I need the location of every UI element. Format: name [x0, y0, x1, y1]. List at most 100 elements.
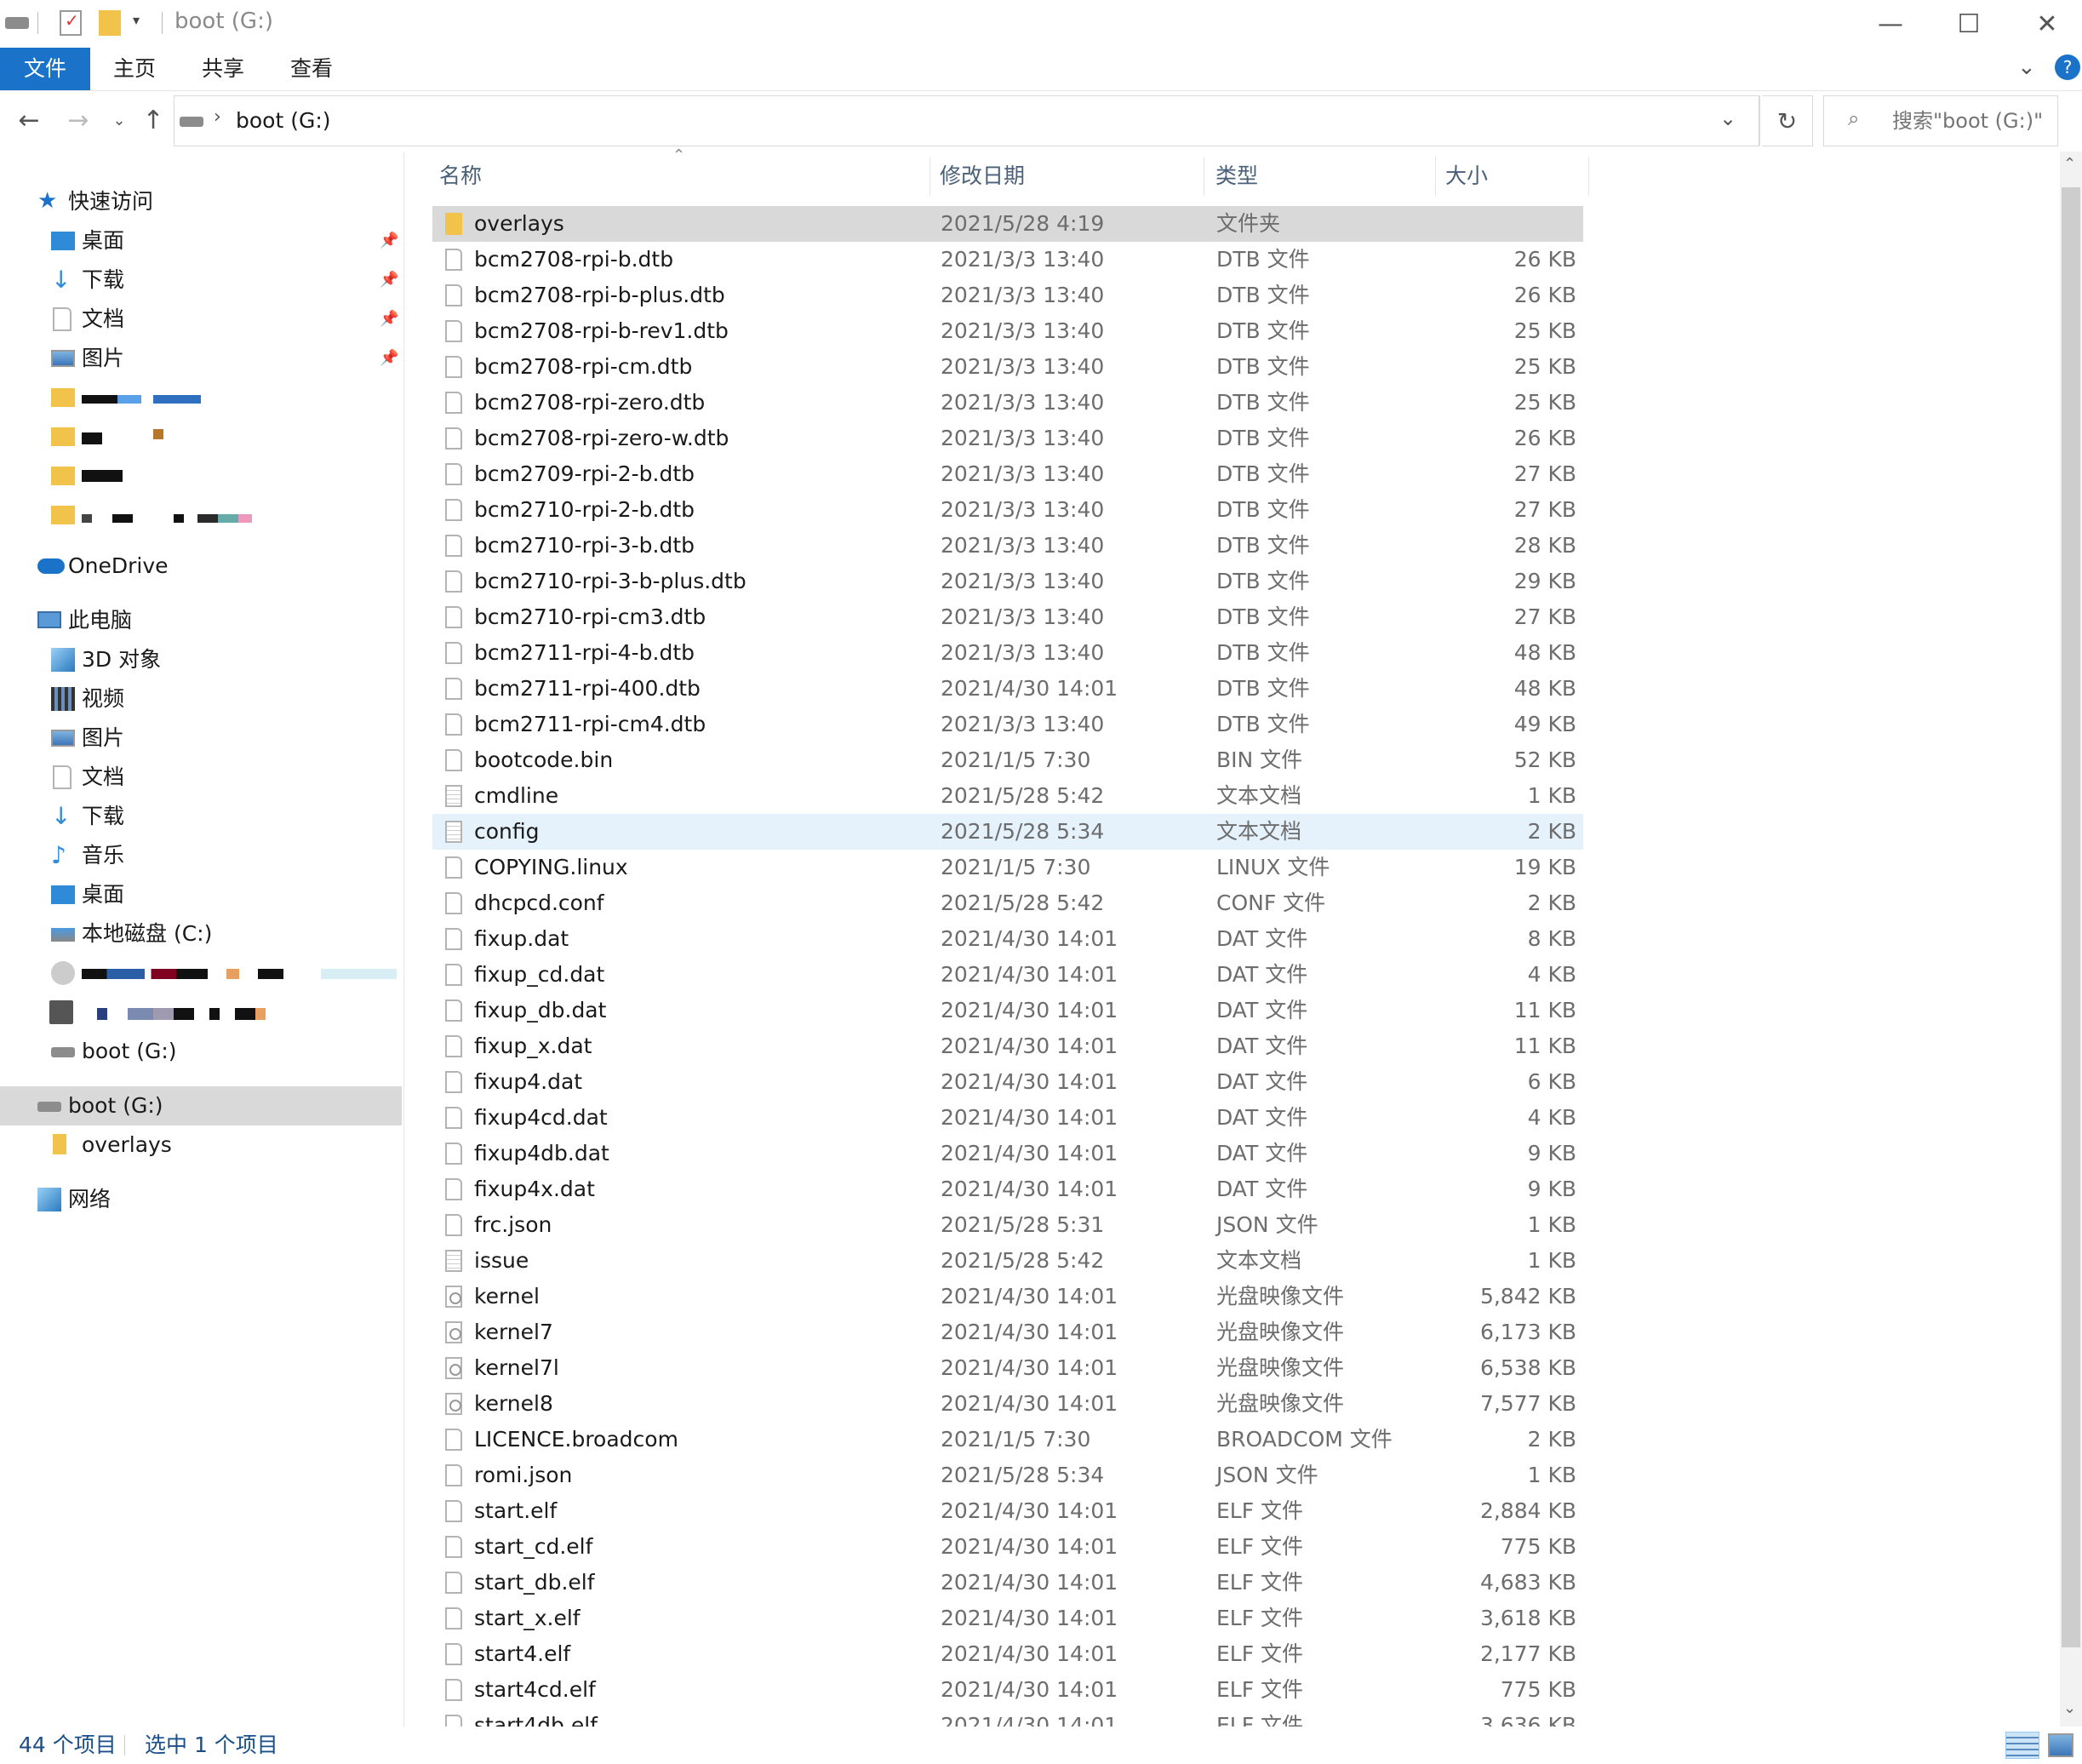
nav-redacted-folder[interactable]: [0, 495, 402, 535]
minimize-button[interactable]: —: [1850, 0, 1930, 48]
details-view-icon[interactable]: [2005, 1732, 2039, 1759]
new-folder-icon[interactable]: [99, 10, 121, 36]
forward-icon[interactable]: →: [61, 100, 95, 141]
file-row[interactable]: issue 2021/5/28 5:42 文本文档 1 KB: [432, 1243, 1583, 1279]
file-row[interactable]: bcm2711-rpi-cm4.dtb 2021/3/3 13:40 DTB 文件 4…: [432, 707, 1583, 742]
scroll-up-icon[interactable]: ⌃: [2063, 155, 2076, 173]
file-row[interactable]: dhcpcd.conf 2021/5/28 5:42 CONF 文件 2 KB: [432, 885, 1583, 921]
pin-icon[interactable]: 📌: [380, 261, 398, 300]
nav-3d-objects[interactable]: 3D 对象: [0, 640, 402, 679]
file-row[interactable]: fixup4.dat 2021/4/30 14:01 DAT 文件 6 KB: [432, 1064, 1583, 1100]
nav-redacted-drive[interactable]: [0, 993, 402, 1032]
file-row[interactable]: bcm2708-rpi-zero-w.dtb 2021/3/3 13:40 DTB …: [432, 421, 1583, 456]
large-icons-view-icon[interactable]: [2048, 1733, 2073, 1757]
properties-icon[interactable]: ✓: [60, 10, 82, 36]
breadcrumb-boot[interactable]: boot (G:): [236, 108, 331, 133]
file-row[interactable]: start_x.elf 2021/4/30 14:01 ELF 文件 3,618 KB: [432, 1601, 1583, 1636]
column-type[interactable]: 类型: [1215, 153, 1258, 199]
file-row[interactable]: fixup.dat 2021/4/30 14:01 DAT 文件 8 KB: [432, 921, 1583, 957]
refresh-icon[interactable]: ↻: [1762, 95, 1813, 146]
nav-this-pc[interactable]: 此电脑: [0, 601, 402, 640]
file-row[interactable]: start4cd.elf 2021/4/30 14:01 ELF 文件 775 KB: [432, 1672, 1583, 1708]
file-row[interactable]: start.elf 2021/4/30 14:01 ELF 文件 2,884 KB: [432, 1493, 1583, 1529]
file-row[interactable]: kernel8 2021/4/30 14:01 光盘映像文件 7,577 KB: [432, 1386, 1583, 1422]
file-row[interactable]: kernel7l 2021/4/30 14:01 光盘映像文件 6,538 KB: [432, 1350, 1583, 1386]
file-row[interactable]: bcm2708-rpi-cm.dtb 2021/3/3 13:40 DTB 文件 25…: [432, 349, 1583, 385]
up-icon[interactable]: ↑: [136, 100, 170, 141]
file-row[interactable]: frc.json 2021/5/28 5:31 JSON 文件 1 KB: [432, 1207, 1583, 1243]
close-button[interactable]: ✕: [2007, 0, 2082, 48]
file-row[interactable]: start_cd.elf 2021/4/30 14:01 ELF 文件 775 KB: [432, 1529, 1583, 1565]
file-row[interactable]: bcm2709-rpi-2-b.dtb 2021/3/3 13:40 DTB 文件 2…: [432, 456, 1583, 492]
column-size[interactable]: 大小: [1445, 153, 1488, 199]
customize-quick-access-icon[interactable]: ▾: [133, 12, 140, 28]
file-row[interactable]: LICENCE.broadcom 2021/1/5 7:30 BROADCOM 文件…: [432, 1422, 1583, 1458]
file-row[interactable]: bcm2710-rpi-3-b-plus.dtb 2021/3/3 13:40 DT…: [432, 564, 1583, 599]
nav-downloads[interactable]: ↓ 下载 📌: [0, 261, 402, 300]
back-icon[interactable]: ←: [12, 100, 46, 141]
column-name[interactable]: 名称: [439, 153, 482, 199]
file-row[interactable]: fixup_x.dat 2021/4/30 14:01 DAT 文件 11 KB: [432, 1028, 1583, 1064]
file-row[interactable]: romi.json 2021/5/28 5:34 JSON 文件 1 KB: [432, 1458, 1583, 1493]
nav-documents[interactable]: 文档 📌: [0, 300, 402, 339]
nav-redacted-folder[interactable]: [0, 456, 402, 495]
file-row[interactable]: bootcode.bin 2021/1/5 7:30 BIN 文件 52 KB: [432, 742, 1583, 778]
file-row[interactable]: fixup_db.dat 2021/4/30 14:01 DAT 文件 11 KB: [432, 993, 1583, 1028]
column-divider[interactable]: [929, 157, 930, 196]
pin-icon[interactable]: 📌: [380, 300, 398, 339]
file-row[interactable]: bcm2710-rpi-2-b.dtb 2021/3/3 13:40 DTB 文件 2…: [432, 492, 1583, 528]
file-row[interactable]: bcm2708-rpi-b-rev1.dtb 2021/3/3 13:40 DTB …: [432, 313, 1583, 349]
file-row[interactable]: start4db.elf 2021/4/30 14:01 ELF 文件 3,636 K…: [432, 1708, 1583, 1727]
file-row[interactable]: bcm2710-rpi-3-b.dtb 2021/3/3 13:40 DTB 文件 2…: [432, 528, 1583, 564]
file-row[interactable]: bcm2708-rpi-zero.dtb 2021/3/3 13:40 DTB 文件…: [432, 385, 1583, 421]
file-row[interactable]: start_db.elf 2021/4/30 14:01 ELF 文件 4,683 K…: [432, 1565, 1583, 1601]
nav-redacted-folder[interactable]: [0, 417, 402, 456]
search-input[interactable]: [1890, 105, 2051, 137]
pin-icon[interactable]: 📌: [380, 221, 398, 261]
nav-redacted-folder[interactable]: [0, 378, 402, 417]
file-row[interactable]: bcm2710-rpi-cm3.dtb 2021/3/3 13:40 DTB 文件 2…: [432, 599, 1583, 635]
breadcrumb-separator-icon[interactable]: ›: [214, 106, 221, 128]
nav-local-disk-c[interactable]: 本地磁盘 (C:): [0, 914, 402, 954]
nav-onedrive[interactable]: OneDrive: [0, 547, 402, 586]
tab-view[interactable]: 查看: [276, 48, 347, 90]
tab-share[interactable]: 共享: [187, 48, 259, 90]
nav-pictures[interactable]: 图片 📌: [0, 339, 402, 378]
nav-desktop[interactable]: 桌面 📌: [0, 221, 402, 261]
file-row[interactable]: kernel 2021/4/30 14:01 光盘映像文件 5,842 KB: [432, 1279, 1583, 1314]
chevron-down-icon[interactable]: ⌄: [2017, 54, 2036, 80]
column-divider[interactable]: [1435, 157, 1436, 196]
file-row[interactable]: start4.elf 2021/4/30 14:01 ELF 文件 2,177 KB: [432, 1636, 1583, 1672]
column-divider[interactable]: [1588, 157, 1589, 196]
nav-boot-drive[interactable]: boot (G:): [0, 1032, 402, 1071]
file-row[interactable]: bcm2708-rpi-b-plus.dtb 2021/3/3 13:40 DTB …: [432, 278, 1583, 313]
nav-redacted-drive[interactable]: [0, 954, 402, 993]
folder-row[interactable]: overlays 2021/5/28 4:19 文件夹: [432, 206, 1583, 242]
recent-locations-icon[interactable]: ⌄: [102, 100, 136, 141]
nav-videos[interactable]: 视频: [0, 679, 402, 719]
search-box[interactable]: ⌕: [1823, 95, 2058, 146]
tab-home[interactable]: 主页: [99, 48, 170, 90]
file-row[interactable]: bcm2711-rpi-400.dtb 2021/4/30 14:01 DTB 文件…: [432, 671, 1583, 707]
file-row[interactable]: bcm2711-rpi-4-b.dtb 2021/3/3 13:40 DTB 文件 4…: [432, 635, 1583, 671]
nav-music[interactable]: ♪ 音乐: [0, 836, 402, 875]
column-date[interactable]: 修改日期: [940, 153, 1025, 199]
scroll-down-icon[interactable]: ⌄: [2063, 1699, 2076, 1717]
nav-quick-access[interactable]: ★ 快速访问: [0, 182, 402, 221]
scrollbar-thumb[interactable]: [2062, 187, 2080, 1647]
nav-overlays[interactable]: overlays: [0, 1125, 402, 1165]
nav-desktop-pc[interactable]: 桌面: [0, 875, 402, 914]
nav-downloads-pc[interactable]: ↓ 下载: [0, 797, 402, 836]
help-icon[interactable]: ?: [2055, 54, 2080, 80]
nav-boot-root[interactable]: boot (G:): [0, 1086, 402, 1125]
file-row[interactable]: fixup4db.dat 2021/4/30 14:01 DAT 文件 9 KB: [432, 1136, 1583, 1171]
file-row[interactable]: fixup4x.dat 2021/4/30 14:01 DAT 文件 9 KB: [432, 1171, 1583, 1207]
nav-documents-pc[interactable]: 文档: [0, 758, 402, 797]
address-dropdown-icon[interactable]: ⌄: [1719, 106, 1736, 130]
maximize-button[interactable]: ☐: [1929, 0, 2009, 48]
file-row[interactable]: COPYING.linux 2021/1/5 7:30 LINUX 文件 19 KB: [432, 850, 1583, 885]
pin-icon[interactable]: 📌: [380, 339, 398, 378]
tab-file[interactable]: 文件: [0, 48, 90, 90]
nav-pictures-pc[interactable]: 图片: [0, 719, 402, 758]
address-bar[interactable]: › boot (G:) ⌄: [174, 95, 1760, 146]
